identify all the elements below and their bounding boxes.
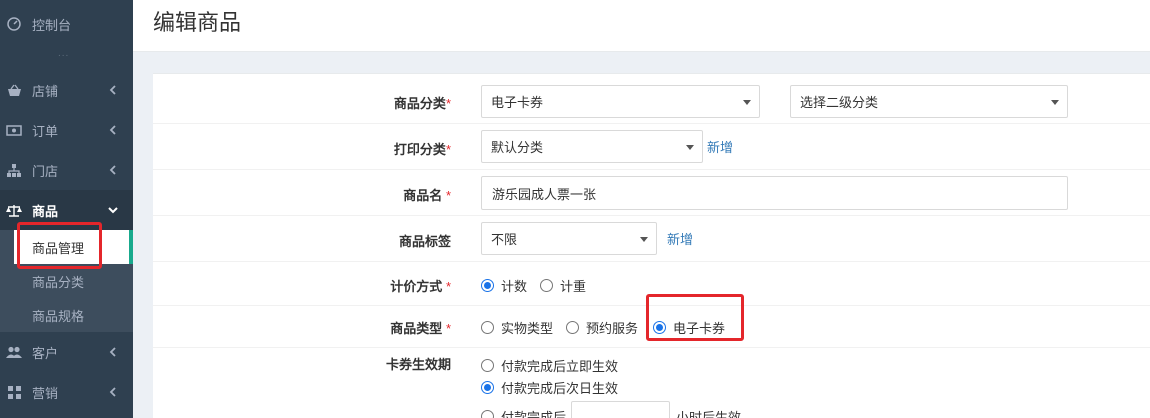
balance-scale-icon (6, 202, 22, 218)
sidebar-item-stores[interactable]: 门店 (0, 150, 133, 190)
add-print-category-link[interactable]: 新增 (707, 137, 733, 156)
pricing-option-count[interactable]: 计数 (481, 276, 527, 295)
form-row-category: 商品分类* 电子卡券 选择二级分类 (153, 74, 1150, 124)
radio-unchecked-icon (481, 359, 494, 372)
category-label: 商品分类* (393, 96, 451, 111)
sidebar-subitem-goods-spec[interactable]: 商品规格 (0, 298, 133, 332)
sidebar-item-shop[interactable]: 店铺 (0, 70, 133, 110)
category-select[interactable]: 电子卡券 (481, 85, 760, 118)
sitemap-icon (6, 162, 22, 178)
highlight-box-goods-management (17, 222, 102, 269)
sidebar-divider: ... (58, 48, 70, 59)
validity-label: 卡券生效期 (385, 357, 451, 372)
print-category-select-value: 默认分类 (491, 140, 544, 155)
validity-option-immediate[interactable]: 付款完成后立即生效 (481, 356, 618, 375)
sidebar-item-marketing[interactable]: 营销 (0, 372, 133, 412)
type-label: 商品类型 * (390, 321, 451, 336)
sidebar-item-orders[interactable]: 订单 (0, 110, 133, 150)
add-tag-link[interactable]: 新增 (667, 229, 693, 248)
sidebar-subitem-goods-category[interactable]: 商品分类 (0, 264, 133, 298)
sidebar-item-label: 营销 (32, 385, 59, 401)
radio-label: 实物类型 (501, 321, 554, 336)
form-row-print-category: 打印分类* 默认分类 新增 (153, 124, 1150, 170)
sub-category-select-value: 选择二级分类 (800, 95, 879, 110)
form-row-tag: 商品标签 不限 新增 (153, 216, 1150, 262)
radio-label: 计数 (501, 279, 528, 294)
radio-checked-icon (481, 381, 494, 394)
sidebar-item-label: 门店 (32, 163, 59, 179)
edit-goods-form: 商品分类* 电子卡券 选择二级分类 打印分类* 默认分类 新增 商品名 * 游乐… (153, 73, 1150, 418)
validity-hours-input[interactable] (571, 401, 670, 418)
sidebar-item-customers[interactable]: 客户 (0, 332, 133, 372)
goods-name-input[interactable]: 游乐园成人票一张 (481, 176, 1068, 210)
sidebar-item-label: 客户 (32, 345, 59, 361)
validity-option-after-hours[interactable]: 付款完成后 (481, 407, 566, 418)
sidebar-item-label: 店铺 (32, 83, 59, 99)
tag-select[interactable]: 不限 (481, 222, 657, 255)
dashboard-icon (6, 16, 22, 32)
caret-down-icon (686, 145, 694, 150)
page-title: 编辑商品 (153, 10, 242, 35)
goods-name-value: 游乐园成人票一张 (492, 186, 597, 202)
radio-label: 预约服务 (586, 321, 639, 336)
basket-icon (6, 82, 22, 98)
category-select-value: 电子卡券 (491, 95, 544, 110)
sidebar-item-label: 控制台 (32, 17, 72, 33)
pricing-option-weight[interactable]: 计重 (540, 276, 586, 295)
print-category-label: 打印分类* (393, 142, 451, 157)
radio-unchecked-icon (481, 410, 494, 418)
users-icon (6, 344, 22, 360)
page-header: 编辑商品 (133, 0, 1150, 52)
chevron-left-icon (109, 125, 116, 135)
chevron-left-icon (109, 347, 116, 357)
chevron-left-icon (109, 387, 116, 397)
sidebar-item-dashboard[interactable]: 控制台 (0, 4, 133, 44)
sidebar: 控制台 ... 店铺 订单 门店 商品 商品管理 商品分类 商品规格 客户 营销 (0, 0, 133, 418)
name-label: 商品名 * (403, 188, 451, 203)
chevron-left-icon (109, 85, 116, 95)
radio-label: 付款完成后立即生效 (501, 359, 619, 374)
type-option-physical[interactable]: 实物类型 (481, 318, 553, 337)
grid-icon (6, 384, 22, 400)
form-row-name: 商品名 * 游乐园成人票一张 (153, 170, 1150, 216)
tag-select-value: 不限 (491, 232, 518, 247)
radio-unchecked-icon (566, 321, 579, 334)
money-icon (6, 122, 22, 138)
radio-unchecked-icon (481, 321, 494, 334)
pricing-label: 计价方式 * (390, 279, 451, 294)
validity-hours-suffix: 小时后生效 (676, 410, 742, 418)
sidebar-item-label: 订单 (32, 123, 59, 139)
caret-down-icon (640, 237, 648, 242)
type-option-reservation[interactable]: 预约服务 (566, 318, 638, 337)
sub-category-select[interactable]: 选择二级分类 (790, 85, 1068, 118)
radio-unchecked-icon (540, 279, 553, 292)
radio-checked-icon (481, 279, 494, 292)
radio-label: 付款完成后次日生效 (501, 381, 619, 396)
validity-option-next-day[interactable]: 付款完成后次日生效 (481, 378, 618, 397)
print-category-select[interactable]: 默认分类 (481, 130, 703, 163)
caret-down-icon (1051, 100, 1059, 105)
form-row-validity: 卡券生效期 付款完成后立即生效 付款完成后次日生效 付款完成后 小时后生效 (153, 348, 1150, 418)
radio-label: 计重 (560, 279, 587, 294)
tag-label: 商品标签 (398, 234, 451, 249)
caret-down-icon (743, 100, 751, 105)
sidebar-item-label: 商品 (32, 203, 59, 219)
radio-label: 付款完成后 (501, 410, 567, 418)
chevron-left-icon (109, 165, 116, 175)
highlight-box-e-voucher (646, 294, 744, 341)
chevron-down-icon (108, 207, 118, 214)
